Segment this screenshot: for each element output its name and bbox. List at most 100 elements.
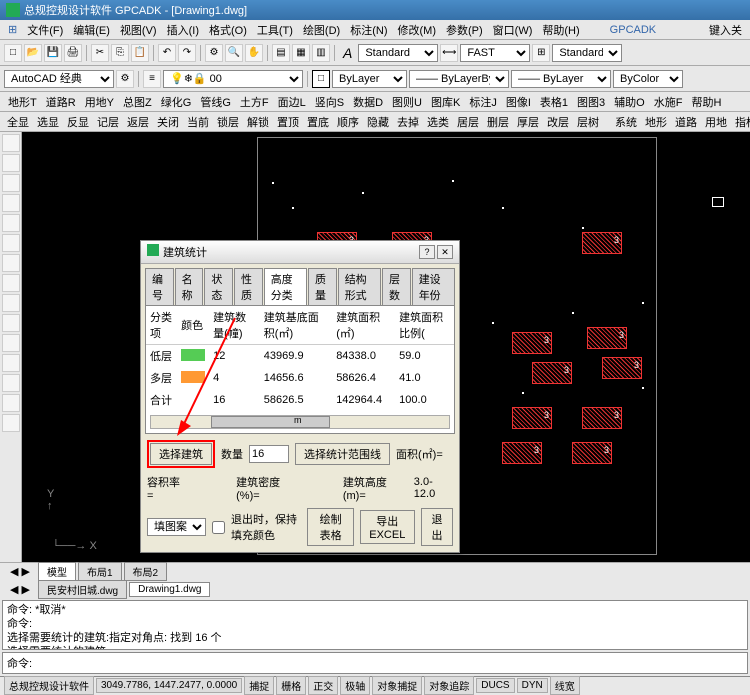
menu-tools[interactable]: 工具(T) [253, 21, 297, 39]
vt-11[interactable]: 顺序 [334, 113, 362, 131]
select-range-button[interactable]: 选择统计范围线 [295, 443, 390, 465]
props-icon[interactable]: ▦ [292, 44, 310, 62]
print-icon[interactable]: 🖨 [64, 44, 82, 62]
tab-data[interactable]: 数据D [349, 93, 387, 111]
tab-pipe[interactable]: 管线G [196, 93, 235, 111]
tab-label[interactable]: 标注J [465, 93, 501, 111]
menu-modify[interactable]: 修改(M) [394, 21, 441, 39]
color-swatch[interactable] [181, 371, 205, 383]
vt-9[interactable]: 置顶 [274, 113, 302, 131]
tablestyle-select[interactable]: Standard [552, 44, 622, 62]
redo-icon[interactable]: ↷ [178, 44, 196, 62]
dialog-titlebar[interactable]: 建筑统计 ? ✕ [141, 241, 459, 264]
tab-road[interactable]: 道路R [42, 93, 80, 111]
rect-tool[interactable] [2, 214, 20, 232]
status-grid[interactable]: 栅格 [276, 676, 306, 695]
open-icon[interactable]: 📂 [24, 44, 42, 62]
rt-3[interactable]: 用地 [702, 113, 730, 131]
keep-fill-checkbox[interactable] [212, 521, 225, 534]
tab-earth[interactable]: 土方F [236, 93, 273, 111]
block-tool[interactable] [2, 314, 20, 332]
menu-help[interactable]: 帮助(H) [538, 21, 583, 39]
wipeout-tool[interactable] [2, 414, 20, 432]
export-excel-button[interactable]: 导出EXCEL [360, 510, 415, 544]
vt-8[interactable]: 解锁 [244, 113, 272, 131]
cut-icon[interactable]: ✂ [91, 44, 109, 62]
vt-13[interactable]: 去掉 [394, 113, 422, 131]
menu-dim[interactable]: 标注(N) [346, 21, 391, 39]
arc-tool[interactable] [2, 174, 20, 192]
pstyle-select[interactable]: ByColor [613, 70, 683, 88]
new-icon[interactable]: □ [4, 44, 22, 62]
qty-input[interactable] [249, 445, 289, 463]
tab-fig[interactable]: 图图3 [573, 93, 609, 111]
mtext-tool[interactable] [2, 394, 20, 412]
vt-3[interactable]: 记层 [94, 113, 122, 131]
color-select[interactable]: ByLayer [332, 70, 407, 88]
save-icon[interactable]: 💾 [44, 44, 62, 62]
tab-master[interactable]: 总图Z [119, 93, 156, 111]
tab-terrain[interactable]: 地形T [4, 93, 41, 111]
command-window[interactable]: 命令: *取消* 命令: 选择需要统计的建筑:指定对角点: 找到 16 个 选择… [2, 600, 748, 650]
search-hint[interactable]: 键入关 [705, 21, 746, 39]
circle-tool[interactable] [2, 194, 20, 212]
dlg-tab-8[interactable]: 建设年份 [412, 268, 455, 305]
tab-layout2[interactable]: 布局2 [124, 562, 168, 581]
vt-1[interactable]: 选显 [34, 113, 62, 131]
dimstyle-select[interactable]: FAST [460, 44, 530, 62]
tab-lib[interactable]: 图库K [427, 93, 464, 111]
tab-green[interactable]: 绿化G [157, 93, 196, 111]
vt-14[interactable]: 选类 [424, 113, 452, 131]
dlg-tab-0[interactable]: 编号 [145, 268, 174, 305]
ellipse-tool[interactable] [2, 254, 20, 272]
h-scrollbar[interactable]: m [150, 415, 450, 429]
vt-10[interactable]: 置底 [304, 113, 332, 131]
menu-insert[interactable]: 插入(I) [163, 21, 203, 39]
tab-aux[interactable]: 辅助O [610, 93, 649, 111]
table-tool[interactable] [2, 374, 20, 392]
status-osnap[interactable]: 对象捕捉 [372, 676, 422, 695]
status-lwt[interactable]: 线宽 [550, 676, 580, 695]
vt-12[interactable]: 隐藏 [364, 113, 392, 131]
status-polar[interactable]: 极轴 [340, 676, 370, 695]
command-input[interactable]: 命令: [2, 652, 748, 674]
close-icon[interactable]: ✕ [437, 245, 453, 259]
vt-19[interactable]: 层树 [574, 113, 602, 131]
rt-0[interactable]: 系统 [612, 113, 640, 131]
vt-7[interactable]: 锁层 [214, 113, 242, 131]
workspace-select[interactable]: AutoCAD 经典 [4, 70, 114, 88]
status-ortho[interactable]: 正交 [308, 676, 338, 695]
menu-param[interactable]: 参数(P) [442, 21, 487, 39]
tab-model[interactable]: 模型 [38, 562, 76, 581]
dlg-tab-3[interactable]: 性质 [234, 268, 263, 305]
text-tool[interactable] [2, 334, 20, 352]
ltype-select[interactable]: —— ByLayerByLayer [409, 70, 509, 88]
vt-5[interactable]: 关闭 [154, 113, 182, 131]
paste-icon[interactable]: 📋 [131, 44, 149, 62]
undo-icon[interactable]: ↶ [158, 44, 176, 62]
tab-edge[interactable]: 面边L [274, 93, 310, 111]
point-tool[interactable] [2, 294, 20, 312]
vt-4[interactable]: 返层 [124, 113, 152, 131]
tab-layout1[interactable]: 布局1 [78, 562, 122, 581]
pline-tool[interactable] [2, 154, 20, 172]
table-icon[interactable]: ⊞ [532, 44, 550, 62]
vt-17[interactable]: 厚层 [514, 113, 542, 131]
color-icon[interactable]: □ [312, 70, 330, 88]
text-style-icon[interactable]: A [339, 45, 356, 61]
vt-2[interactable]: 反显 [64, 113, 92, 131]
status-snap[interactable]: 捕捉 [244, 676, 274, 695]
layer-icon[interactable]: ▤ [272, 44, 290, 62]
lweight-select[interactable]: —— ByLayer [511, 70, 611, 88]
color-swatch[interactable] [181, 349, 205, 361]
hatch-tool[interactable] [2, 274, 20, 292]
menu-format[interactable]: 格式(O) [205, 21, 251, 39]
vt-18[interactable]: 改层 [544, 113, 572, 131]
dlg-tab-2[interactable]: 状态 [204, 268, 233, 305]
vt-16[interactable]: 删层 [484, 113, 512, 131]
menu-edit[interactable]: 编辑(E) [69, 21, 114, 39]
status-dyn[interactable]: DYN [517, 678, 548, 693]
exit-button[interactable]: 退出 [421, 508, 453, 546]
spline-tool[interactable] [2, 234, 20, 252]
tab-rule[interactable]: 图则U [388, 93, 426, 111]
